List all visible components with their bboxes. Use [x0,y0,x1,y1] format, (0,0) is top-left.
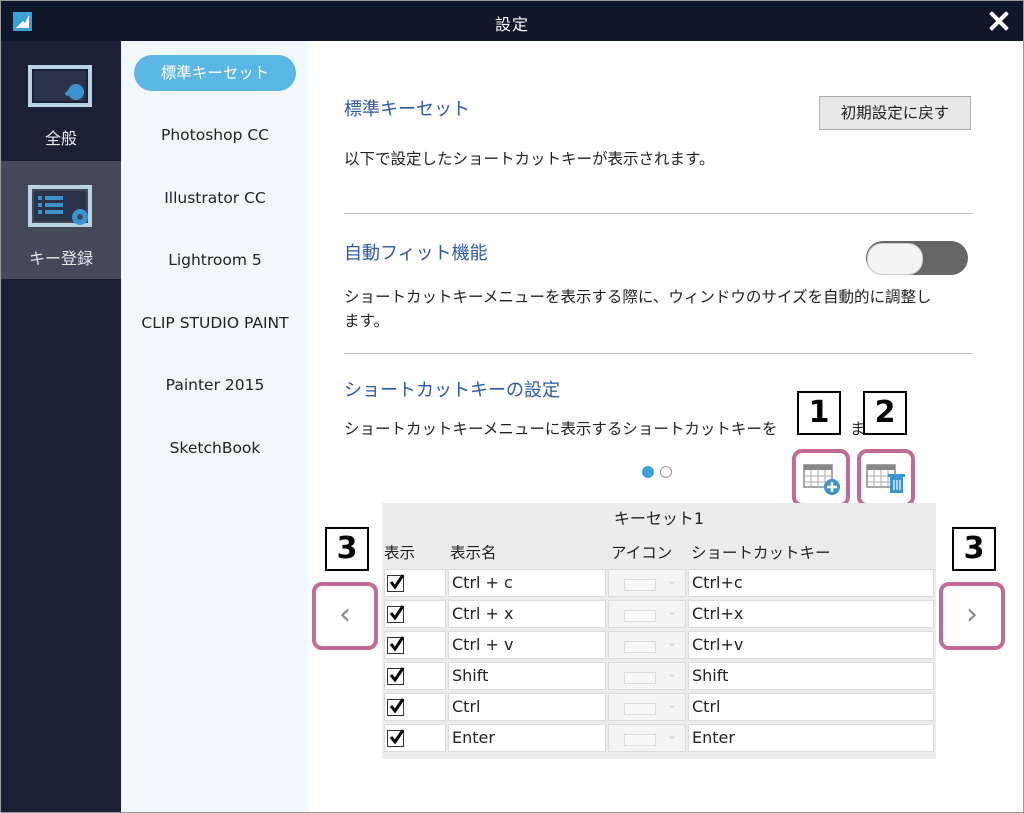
icon-select[interactable]: ⌄ [608,693,686,721]
general-settings-icon [28,65,92,107]
keyset-item-standard[interactable]: 標準キーセット [134,55,296,91]
window-title: 設定 [494,15,529,34]
keyboard-icon [624,734,656,746]
delete-keyset-icon [866,464,905,493]
section-desc-auto-fit-line1: ショートカットキーメニューを表示する際に、ウィンドウのサイズを自動的に調整し [344,288,932,306]
callout-2: 2 [863,391,907,435]
keyboard-icon [624,703,656,715]
col-header-show: 表示 [384,544,416,562]
callout-1: 1 [797,391,841,435]
shortcut-name-cell[interactable]: Ctrl + v [448,631,606,659]
chevron-down-icon: ⌄ [667,573,678,587]
col-header-icon: アイコン [611,544,673,562]
keyset-name: キーセット1 [613,509,705,528]
chevron-down-icon: ⌄ [667,604,678,618]
chevron-down-icon: ⌄ [667,697,678,711]
icon-select[interactable]: ⌄ [608,600,686,628]
nav-item-general[interactable]: 全般 [1,41,121,159]
nav-label-general: 全般 [44,129,77,148]
shortcut-key-cell[interactable]: Enter [688,724,934,752]
keyset-item-painter[interactable]: Painter 2015 [121,367,309,403]
show-checkbox[interactable] [387,605,405,623]
close-icon[interactable] [985,8,1011,34]
auto-fit-toggle[interactable] [866,241,968,275]
divider [344,353,973,354]
shortcut-key-cell[interactable]: Ctrl+x [688,600,934,628]
shortcut-key-cell[interactable]: Ctrl+v [688,631,934,659]
reset-defaults-button[interactable]: 初期設定に戻す [819,96,971,130]
shortcut-key-cell[interactable]: Ctrl [688,693,934,721]
section-title-auto-fit: 自動フィット機能 [344,243,488,264]
show-checkbox[interactable] [387,574,405,592]
prev-keyset-button[interactable]: ‹ [312,582,378,650]
keyset-item-clip-studio[interactable]: CLIP STUDIO PAINT [121,305,309,341]
keyboard-icon [624,579,656,591]
add-keyset-icon [803,464,840,495]
title-bar: 設定 [1,1,1023,41]
shortcut-key-cell[interactable]: Shift [688,662,934,690]
col-header-shortcut: ショートカットキー [691,544,831,562]
keyboard-icon [624,641,656,653]
keyboard-icon [624,610,656,622]
show-checkbox[interactable] [387,698,405,716]
icon-select[interactable]: ⌄ [608,662,686,690]
divider [344,213,973,214]
callout-3-right: 3 [952,527,996,571]
icon-select[interactable]: ⌄ [608,724,686,752]
next-keyset-button[interactable]: › [939,582,1005,650]
shortcut-name-cell[interactable]: Ctrl + c [448,569,606,597]
page-dot-1[interactable] [642,466,654,478]
chevron-down-icon: ⌄ [667,666,678,680]
show-checkbox[interactable] [387,729,405,747]
col-header-name: 表示名 [450,544,497,562]
section-desc-shortcuts: ショートカットキーメニューに表示するショートカットキーを [344,420,778,438]
settings-window: 設定 全般 キー登録 標準キーセット Photoshop CC Illustra… [0,0,1024,813]
shortcut-name-cell[interactable]: Ctrl [448,693,606,721]
shortcut-name-cell[interactable]: Ctrl + x [448,600,606,628]
show-checkbox[interactable] [387,636,405,654]
chevron-down-icon: ⌄ [667,635,678,649]
chevron-down-icon: ⌄ [667,728,678,742]
section-desc-keyset: 以下で設定したショートカットキーが表示されます。 [344,150,715,168]
key-registration-icon [28,185,92,227]
keyset-item-photoshop[interactable]: Photoshop CC [121,117,309,153]
section-title-keyset: 標準キーセット [344,99,470,120]
add-keyset-button[interactable] [792,449,850,507]
keyset-item-sketchbook[interactable]: SketchBook [121,430,309,466]
keyboard-icon [624,672,656,684]
left-nav: 全般 キー登録 [1,41,121,812]
nav-label-key-registration: キー登録 [28,249,93,268]
callout-3-left: 3 [325,527,369,571]
settings-content: 標準キーセット 初期設定に戻す 以下で設定したショートカットキーが表示されます。… [309,41,1023,812]
show-checkbox[interactable] [387,667,405,685]
icon-select[interactable]: ⌄ [608,569,686,597]
keyset-table: キーセット1 表示 表示名 アイコン ショートカットキー Ctrl + c ⌄ Ct… [382,503,936,759]
shortcut-name-cell[interactable]: Enter [448,724,606,752]
section-title-shortcuts: ショートカットキーの設定 [344,380,560,401]
section-desc-auto-fit-line2: ます。 [344,312,389,330]
toggle-knob [867,243,923,275]
keyset-item-illustrator[interactable]: Illustrator CC [121,180,309,216]
delete-keyset-button[interactable] [857,449,915,507]
page-dot-2[interactable] [660,466,672,478]
keyset-item-lightroom[interactable]: Lightroom 5 [121,242,309,278]
shortcut-name-cell[interactable]: Shift [448,662,606,690]
shortcut-key-cell[interactable]: Ctrl+c [688,569,934,597]
icon-select[interactable]: ⌄ [608,631,686,659]
keyset-list: 標準キーセット Photoshop CC Illustrator CC Ligh… [121,41,309,812]
nav-item-key-registration[interactable]: キー登録 [1,161,121,279]
